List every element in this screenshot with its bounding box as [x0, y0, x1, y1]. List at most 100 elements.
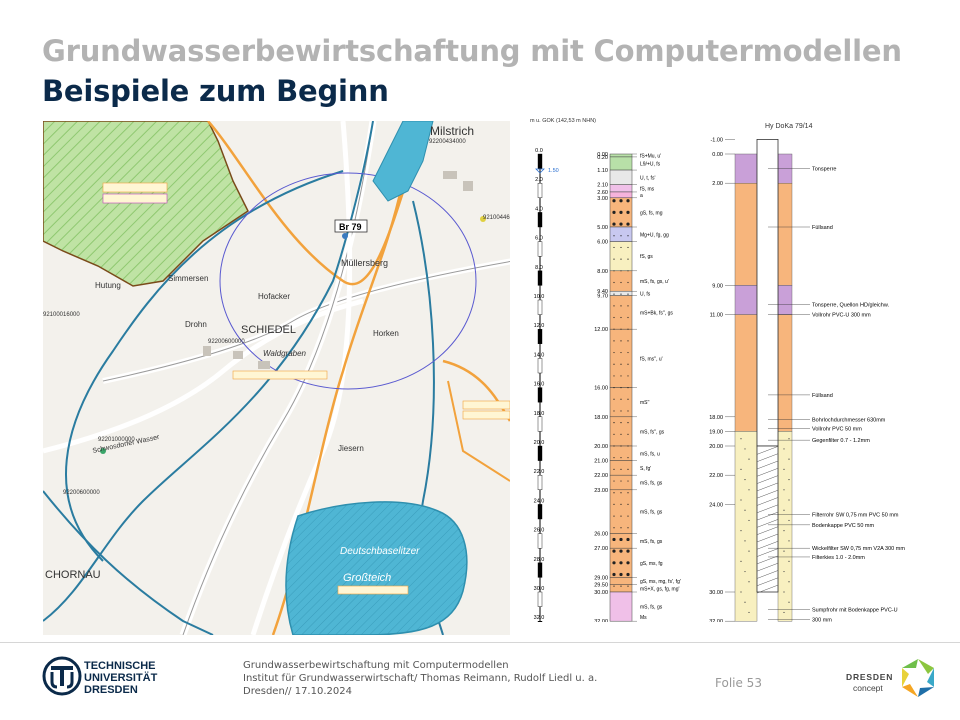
filterpack-grain [788, 499, 790, 501]
litho-grain [627, 351, 629, 354]
litho-grain [626, 537, 630, 542]
filterpack-grain [788, 458, 790, 460]
page-number: Folie 53 [715, 676, 762, 690]
footer-line-authors: Institut für Grundwasserwirtschaft/ Thom… [243, 673, 598, 684]
well-annulus-fill [734, 182, 758, 286]
litho-grain [619, 537, 623, 542]
map-label-drohn: Drohn [185, 320, 207, 329]
litho-grain [627, 480, 629, 482]
litho-grain [612, 222, 616, 226]
map-drawing: Milstrich Br 79 Müllersberg Hofacker Sim… [43, 121, 510, 635]
litho-layer [609, 474, 633, 491]
litho-grain [613, 445, 615, 447]
well-construction-label: Füllsand [812, 225, 833, 231]
scale-segment [537, 241, 543, 257]
litho-grain [613, 293, 615, 295]
filterpack-grain [740, 468, 742, 470]
litho-grain [626, 549, 630, 553]
scale-tick-label: 24.0 [534, 498, 545, 504]
litho-grain [620, 492, 622, 494]
litho-grain [612, 549, 616, 553]
well-depth-label: 22.00 [709, 473, 723, 479]
log-right-header: Hy DoKa 79/14 [765, 123, 813, 130]
litho-layer [609, 489, 633, 534]
well-annulus-fill [777, 285, 793, 315]
borehole-log: m u. GOK (142,53 m NHN) Hy DoKa 79/14 0.… [520, 114, 950, 622]
litho-grain [613, 316, 615, 319]
litho-grain [620, 246, 622, 249]
litho-layer [609, 270, 633, 292]
litho-description: fS, ms'', u' [640, 356, 663, 362]
litho-grain [626, 561, 630, 565]
map-label-chornau: CHORNAU [45, 569, 101, 581]
well-annulus-fill [734, 153, 758, 184]
litho-grain [620, 468, 622, 470]
well-construction: -1.00 0.00 2.00 9.00 11.00 18.00 19.00 20.00 22.… [709, 137, 905, 622]
map-label-deutschbaselitzer: Deutschbaselitzer [340, 546, 420, 557]
litho-grain [627, 387, 629, 389]
well-construction-label: Tonsperre [812, 167, 836, 173]
litho-grain [619, 572, 623, 577]
litho-grain [620, 281, 622, 284]
litho-description: mS, fs, gs [640, 510, 663, 516]
filterpack-grain [783, 509, 785, 511]
litho-grain [619, 561, 623, 565]
filterpack-grain [783, 489, 785, 491]
litho-grain [613, 480, 615, 482]
litho-description: gS, ms, mg, fs', fg' [640, 579, 681, 585]
litho-grain [613, 340, 615, 342]
filterpack-grain [788, 601, 790, 603]
litho-grain [619, 549, 623, 553]
map-label-well6: 92200434000 [429, 139, 466, 145]
litho-depth-label: 29.50 [594, 583, 608, 589]
lithology-column: 0.000.201.102.102.603.005.006.008.009.40… [594, 152, 681, 622]
litho-grain [627, 503, 629, 505]
scale-segment [537, 533, 543, 549]
litho-grain [627, 375, 629, 377]
litho-layer [609, 169, 633, 185]
map-label-well1: 92200600000 [63, 490, 100, 496]
filterpack-grain [740, 438, 742, 440]
litho-grain [620, 503, 622, 505]
litho-grain [627, 410, 629, 412]
litho-grain [627, 246, 629, 249]
litho-description: gS, ms, fg [640, 561, 663, 567]
scale-segment [537, 387, 543, 403]
litho-depth-label: 9.70 [597, 294, 608, 300]
scale-segment [537, 270, 543, 286]
litho-grain [612, 561, 616, 565]
scale-tick-label: 18.0 [534, 411, 545, 417]
litho-depth-label: 32.00 [594, 619, 608, 622]
litho-layer [609, 226, 633, 242]
litho-grain [613, 351, 615, 354]
litho-depth-label: 26.00 [594, 532, 608, 538]
scale-segment [537, 212, 543, 228]
scale-segment [537, 358, 543, 374]
filterpack-grain [748, 550, 750, 552]
litho-layer [609, 295, 633, 330]
litho-description: fS, ms [640, 186, 655, 192]
litho-grain [613, 281, 615, 284]
litho-grain [627, 585, 629, 587]
litho-layer [609, 153, 633, 158]
litho-grain [627, 293, 629, 295]
litho-grain [613, 422, 615, 424]
litho-grain [626, 572, 630, 577]
well-construction-label: Filterrohr SW 0,75 mm PVC 50 mm [812, 513, 899, 519]
map-label-jiesern: Jiesern [338, 444, 364, 453]
scale-tick-label: 28.0 [534, 557, 545, 563]
log-drawing: m u. GOK (142,53 m NHN) Hy DoKa 79/14 0.… [530, 118, 905, 622]
litho-grain [620, 398, 622, 400]
litho-grain [612, 572, 616, 577]
litho-grain [613, 585, 615, 587]
well-construction-label: Filterkies 1.0 - 2.0mm [812, 555, 865, 561]
slide-subtitle: Beispiele zum Beginn [42, 74, 389, 108]
map-label-grossteich: Großteich [343, 572, 391, 584]
scale-segment [537, 445, 543, 461]
slide-title: Grundwasserbewirtschaftung mit Computerm… [42, 34, 902, 68]
scale-segment [537, 504, 543, 520]
litho-depth-label: 8.00 [597, 269, 608, 275]
map-label-waldgraben: Waldgraben [263, 349, 307, 358]
litho-grain [626, 199, 630, 203]
litho-grain [613, 492, 615, 494]
